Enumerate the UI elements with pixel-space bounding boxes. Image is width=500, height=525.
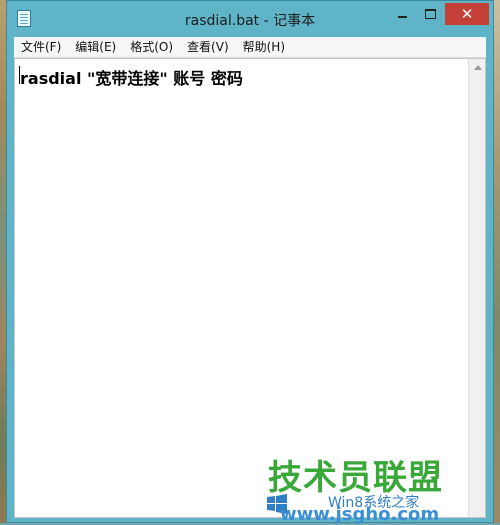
text-editor-area[interactable]: rasdial "宽带连接" 账号 密码 <box>14 58 486 518</box>
menu-view[interactable]: 查看(V) <box>180 37 236 58</box>
watermark-url: www.jsgho.com <box>280 504 440 525</box>
title-bar[interactable]: rasdial.bat - 记事本 ✕ <box>7 1 493 37</box>
scroll-up-arrow-icon[interactable] <box>474 65 482 70</box>
close-button[interactable]: ✕ <box>445 3 489 25</box>
maximize-icon <box>424 9 436 19</box>
menu-edit[interactable]: 编辑(E) <box>68 37 123 58</box>
notepad-window: rasdial.bat - 记事本 ✕ 文件(F) 编辑(E) 格式(O) 查看… <box>6 0 494 523</box>
vertical-scrollbar[interactable] <box>468 59 485 517</box>
menu-file[interactable]: 文件(F) <box>14 37 68 58</box>
menu-format[interactable]: 格式(O) <box>123 37 180 58</box>
minimize-button[interactable] <box>389 3 415 25</box>
maximize-button[interactable] <box>417 3 443 25</box>
editor-text: rasdial "宽带连接" 账号 密码 <box>20 69 243 88</box>
site-watermark: 技术员联盟 Win8系统之家 www.jsgho.com <box>267 450 500 525</box>
minimize-icon <box>397 16 407 18</box>
close-icon: ✕ <box>460 5 474 23</box>
menu-help[interactable]: 帮助(H) <box>236 37 292 58</box>
menu-bar: 文件(F) 编辑(E) 格式(O) 查看(V) 帮助(H) <box>14 37 486 58</box>
